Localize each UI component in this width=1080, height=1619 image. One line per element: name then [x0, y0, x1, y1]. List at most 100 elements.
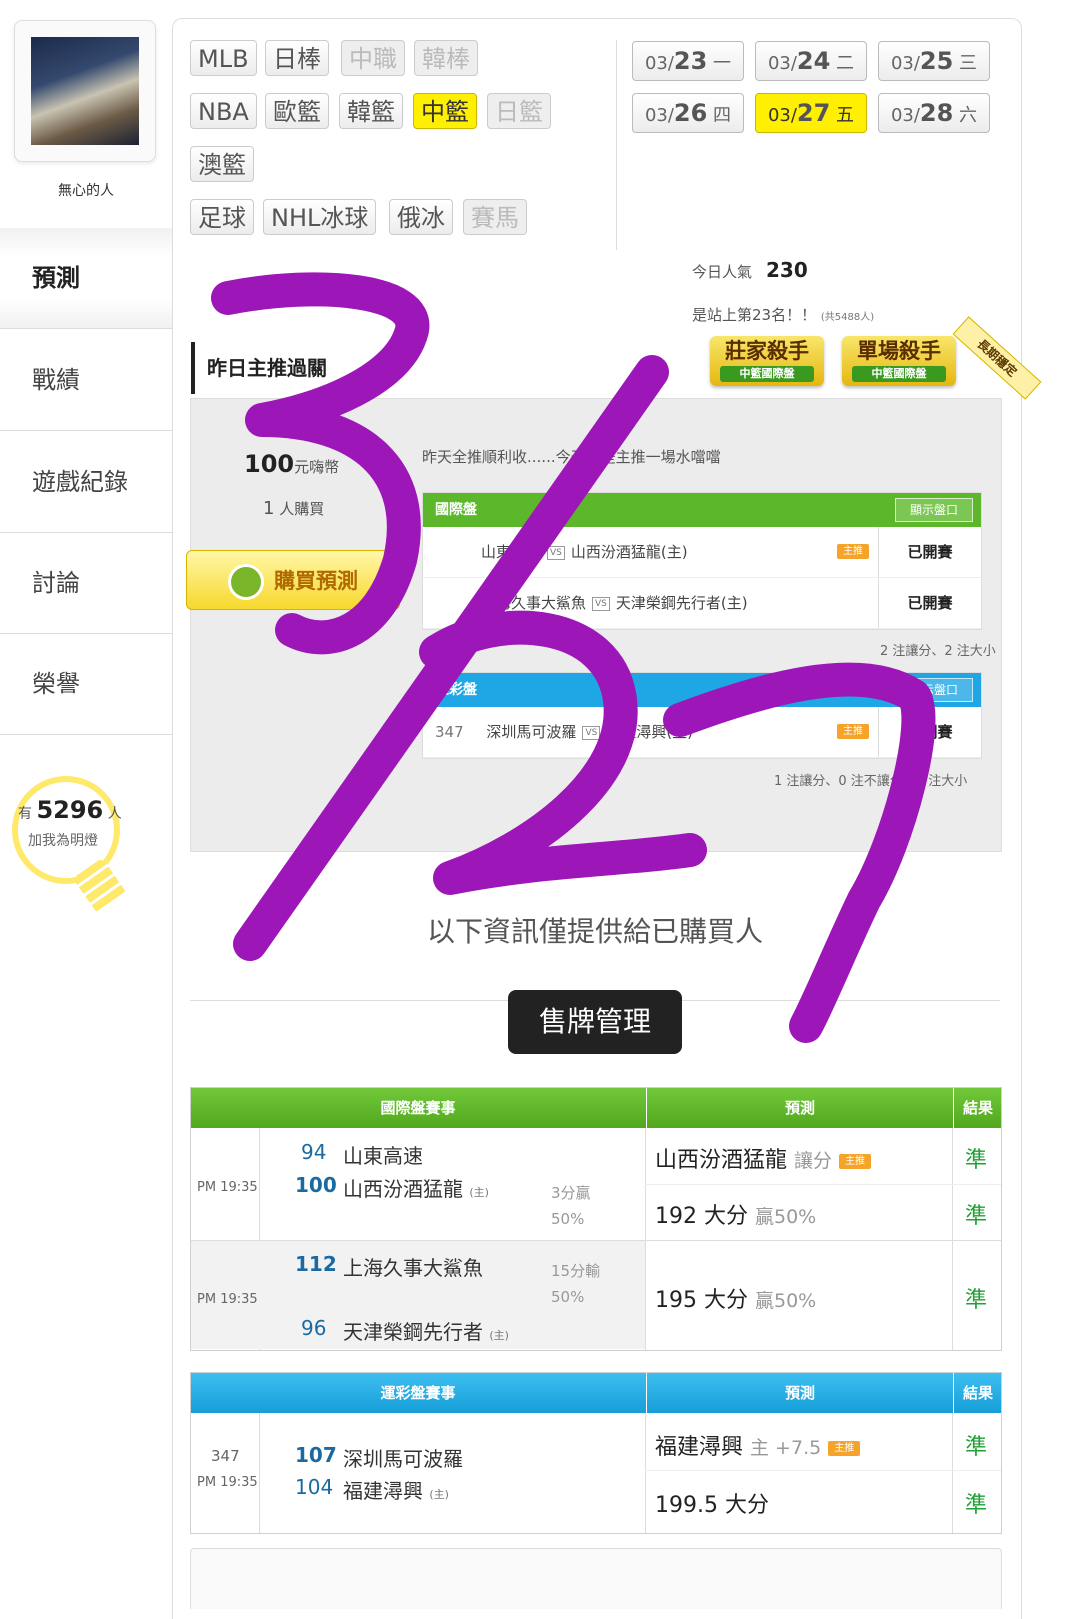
badge-banker-killer: 莊家殺手 中籃國際盤 [710, 336, 824, 386]
price: 100元嗨幣 [244, 450, 340, 478]
avatar[interactable] [31, 37, 139, 145]
nav-item-discussion[interactable]: 討論 [0, 533, 172, 634]
sport-tag-khl[interactable]: 俄冰 [389, 199, 453, 235]
score: 104 [295, 1475, 334, 1499]
lottery-table-header: 運彩盤賽事 預測 結果 [191, 1373, 1001, 1413]
sport-tag-cpbl: 中職 [341, 40, 405, 76]
mini-row[interactable]: 山東高速 VS 山西汾酒猛龍(主) 主推 已開賽 [423, 527, 981, 578]
mini-lottery-table: 運彩盤 顯示盤口 347 深圳馬可波羅 VS 福建潯興(主) 主推 已開賽 [422, 672, 982, 759]
nav-item-predict[interactable]: 預測 [0, 228, 172, 329]
date-0325[interactable]: 03/25 三 [878, 41, 990, 81]
col-prediction: 預測 [646, 1373, 953, 1413]
score: 94 [301, 1140, 327, 1164]
game-time: PM 19:35 [197, 1292, 258, 1307]
date-0326[interactable]: 03/26 四 [632, 93, 744, 133]
sport-tag-eu-basketball[interactable]: 歐籃 [265, 93, 329, 129]
col-result: 結果 [953, 1088, 1002, 1128]
grid-line [645, 1128, 646, 1350]
show-odds-button[interactable]: 顯示盤口 [894, 498, 973, 522]
mini-intl-table: 國際盤 顯示盤口 山東高速 VS 山西汾酒猛龍(主) 主推 已開賽 上海久事大鯊魚 V… [422, 492, 982, 630]
show-odds-button[interactable]: 顯示盤口 [894, 678, 973, 702]
date-0327[interactable]: 03/27 五 [755, 93, 867, 133]
nav-label: 榮譽 [32, 670, 80, 698]
nav-label: 戰績 [32, 366, 80, 394]
sport-tag-mlb[interactable]: MLB [190, 40, 257, 76]
sport-tag-nba[interactable]: NBA [190, 93, 257, 129]
intl-table-header: 國際盤賽事 預測 結果 [191, 1088, 1001, 1128]
divider [616, 40, 617, 250]
main-pick-tag: 主推 [837, 544, 869, 559]
date-0328[interactable]: 03/28 六 [878, 93, 990, 133]
prediction: 福建潯興 主 +7.5 主推 [655, 1429, 861, 1461]
date-0324[interactable]: 03/24 二 [755, 41, 867, 81]
team-name: 山東高速 [343, 1144, 423, 1168]
col-result: 結果 [953, 1373, 1002, 1413]
game-result: 3分贏 50% [551, 1184, 591, 1228]
score: 96 [301, 1316, 327, 1340]
prediction: 山西汾酒猛龍 讓分 主推 [655, 1142, 872, 1174]
sport-tag-au-basketball[interactable]: 澳籃 [190, 146, 254, 182]
follow-label[interactable]: 加我為明燈 [28, 830, 98, 850]
username: 無心的人 [58, 183, 114, 199]
col-event: 運彩盤賽事 [380, 1384, 456, 1402]
grid-line [259, 1413, 260, 1533]
badge-single-killer: 單場殺手 中籃國際盤 [842, 336, 956, 386]
nav-item-game-log[interactable]: 遊戲紀錄 [0, 432, 172, 533]
nav-item-record[interactable]: 戰績 [0, 330, 172, 431]
nav-label: 遊戲紀錄 [32, 468, 128, 496]
vs-icon: VS [547, 545, 565, 560]
grid-line [952, 1413, 953, 1533]
buy-prediction-button[interactable]: 購買預測 [186, 550, 400, 610]
nav-item-honor[interactable]: 榮譽 [0, 634, 172, 735]
col-event: 國際盤賽事 [380, 1099, 456, 1117]
result-mark: 準 [965, 1148, 988, 1173]
game-number: 347 [211, 1447, 240, 1465]
score: 100 [295, 1173, 337, 1197]
score: 112 [295, 1252, 337, 1276]
vs-icon: VS [592, 596, 610, 611]
game-time: PM 19:35 [197, 1475, 258, 1490]
prediction: 192 大分 贏50% [655, 1204, 817, 1229]
sport-tag-cn-basketball[interactable]: 中籃 [413, 93, 477, 129]
sell-management-button[interactable]: 售牌管理 [508, 990, 682, 1054]
team-name: 深圳馬可波羅 [343, 1447, 463, 1471]
nav-label: 討論 [32, 569, 80, 597]
main-pick-tag: 主推 [839, 1153, 872, 1169]
sport-tag-nhl[interactable]: NHL冰球 [263, 199, 377, 235]
result-mark: 準 [965, 1204, 988, 1229]
sport-tag-horse: 賽馬 [463, 199, 527, 235]
lottery-table: 運彩盤賽事 預測 結果 347 PM 19:35 107 深圳馬可波羅 104 … [190, 1372, 1002, 1534]
fans-count: 有 5296 人 [18, 796, 122, 824]
team-name: 山西汾酒猛龍 (主) [343, 1177, 489, 1201]
prediction: 195 大分 贏50% [655, 1288, 817, 1313]
date-0323[interactable]: 03/23 一 [632, 41, 744, 81]
buyers: 1 人購買 [263, 498, 325, 519]
mini-intl-note: 2 注讓分、2 注大小 [880, 644, 996, 659]
popularity: 今日人氣 230 [692, 258, 808, 282]
nav-label: 預測 [32, 264, 80, 292]
result-mark: 準 [965, 1435, 988, 1460]
site-rank: 是站上第23名！！ (共5488人) [692, 306, 875, 324]
sport-tag-jp-baseball[interactable]: 日棒 [265, 40, 329, 76]
mini-lottery-note: 1 注讓分、0 注不讓分、1 注大小 [774, 774, 968, 789]
col-prediction: 預測 [646, 1088, 953, 1128]
sport-tag-soccer[interactable]: 足球 [190, 199, 254, 235]
vs-icon: VS [582, 725, 601, 740]
grid-line [952, 1128, 953, 1350]
grid-line [645, 1184, 1001, 1185]
section-title: 昨日主推過關 [191, 342, 491, 394]
mini-row[interactable]: 上海久事大鯊魚 VS 天津榮鋼先行者(主) 已開賽 [423, 578, 981, 629]
sidebar: 無心的人 預測 戰績 遊戲紀錄 討論 榮譽 有 5296 人 加我為明燈 [0, 0, 172, 1608]
mini-row[interactable]: 347 深圳馬可波羅 VS 福建潯興(主) 主推 已開賽 [423, 707, 981, 758]
mini-lottery-header: 運彩盤 顯示盤口 [423, 673, 981, 707]
main-pick-tag: 主推 [837, 724, 869, 739]
score: 107 [295, 1443, 337, 1467]
buyer-only-notice: 以下資訊僅提供給已購買人 [426, 915, 763, 948]
game-result: 15分輸 50% [551, 1262, 601, 1306]
avatar-card[interactable] [14, 20, 156, 162]
sport-tag-kr-basketball[interactable]: 韓籃 [339, 93, 403, 129]
main-pick-tag: 主推 [828, 1440, 861, 1456]
coin-icon [228, 564, 264, 600]
comment: 昨天全推順利收......今天也是主推一場水噹噹 [422, 448, 721, 466]
prediction: 199.5 大分 [655, 1493, 769, 1518]
